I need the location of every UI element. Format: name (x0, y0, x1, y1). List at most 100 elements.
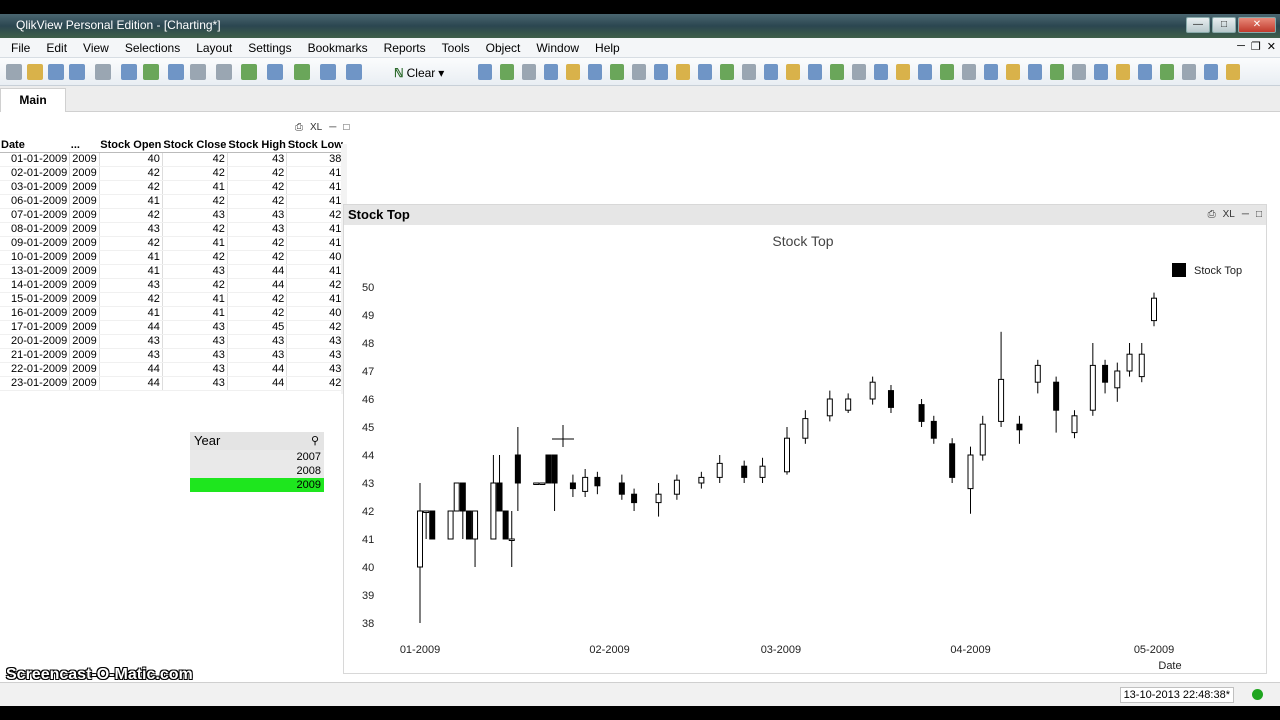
table-cell[interactable]: 41 (99, 264, 163, 279)
table-cell[interactable]: 41 (286, 194, 345, 209)
container-icon[interactable] (896, 64, 910, 80)
bookmark-object-icon[interactable] (852, 64, 866, 80)
table-row[interactable]: 21-01-2009 2009 43 43 43 43 (0, 348, 345, 363)
table-cell[interactable]: 42 (227, 180, 288, 195)
menu-object[interactable]: Object (486, 41, 529, 55)
spread-horizontal-icon[interactable] (1116, 64, 1130, 80)
help-icon[interactable] (346, 64, 362, 80)
grid-icon[interactable] (566, 64, 580, 80)
table-cell[interactable]: 02-01-2009 (0, 166, 71, 181)
align-right-icon[interactable] (1028, 64, 1042, 80)
table-cell[interactable]: 44 (99, 376, 163, 391)
print-icon[interactable]: ⎙ (295, 122, 303, 133)
format-painter-icon[interactable] (500, 64, 514, 80)
design-tool-icon[interactable] (962, 64, 976, 80)
line-arrow-icon[interactable] (786, 64, 800, 80)
minimize-icon[interactable]: ─ (1242, 209, 1249, 220)
table-cell[interactable]: 43 (286, 348, 345, 363)
minimize-button[interactable]: — (1186, 17, 1210, 33)
table-cell[interactable]: 42 (162, 152, 228, 167)
table-cell[interactable]: 43 (99, 278, 163, 293)
clear-button[interactable]: ℕ Clear ▾ (390, 64, 448, 81)
table-cell[interactable]: 43 (162, 334, 228, 349)
table-cell[interactable]: 43 (99, 348, 163, 363)
listbox-item-2007[interactable]: 2007 (190, 450, 324, 464)
pivot-table-icon[interactable] (654, 64, 668, 80)
table-cell[interactable]: 2009 (69, 208, 100, 223)
sheet-properties-icon[interactable] (1204, 64, 1218, 80)
table-cell[interactable]: 2009 (69, 292, 100, 307)
table-row[interactable]: 13-01-2009 2009 41 43 44 41 (0, 264, 345, 279)
new-sheet-object-icon[interactable] (478, 64, 492, 80)
search-object-icon[interactable] (874, 64, 888, 80)
new-document-icon[interactable] (6, 64, 22, 80)
reload-icon[interactable] (48, 64, 64, 80)
table-cell[interactable]: 41 (162, 236, 228, 251)
table-cell[interactable]: 42 (227, 166, 288, 181)
print-icon[interactable] (95, 64, 111, 80)
server-objects-icon[interactable] (940, 64, 954, 80)
table-cell[interactable]: 2009 (69, 334, 100, 349)
menu-settings[interactable]: Settings (248, 41, 299, 55)
table-cell[interactable]: 2009 (69, 250, 100, 265)
table-cell[interactable]: 41 (286, 264, 345, 279)
table-row[interactable]: 03-01-2009 2009 42 41 42 41 (0, 180, 345, 195)
table-cell[interactable]: 2009 (69, 264, 100, 279)
table-cell[interactable]: 43 (99, 334, 163, 349)
table-row[interactable]: 08-01-2009 2009 43 42 43 41 (0, 222, 345, 237)
table-cell[interactable]: 41 (286, 166, 345, 181)
menu-file[interactable]: File (11, 41, 38, 55)
table-cell[interactable]: 38 (286, 152, 345, 167)
redo-icon[interactable] (190, 64, 206, 80)
table-cell[interactable]: 42 (162, 250, 228, 265)
search-icon[interactable] (216, 64, 232, 80)
table-cell[interactable]: 41 (99, 194, 163, 209)
search-icon[interactable]: ⚲ (311, 432, 319, 450)
doc-close-icon[interactable]: ✕ (1267, 40, 1276, 53)
column-header-5[interactable]: Stock Low (286, 138, 344, 153)
align-top-icon[interactable] (1050, 64, 1064, 80)
table-cell[interactable]: 41 (99, 306, 163, 321)
column-header-3[interactable]: Stock Close (162, 138, 228, 153)
chevron-down-icon[interactable]: ▾ (438, 66, 444, 80)
table-cell[interactable]: 22-01-2009 (0, 362, 71, 377)
table-cell[interactable]: 41 (286, 180, 345, 195)
undo-icon[interactable] (168, 64, 184, 80)
table-cell[interactable]: 17-01-2009 (0, 320, 71, 335)
table-cell[interactable]: 43 (227, 152, 288, 167)
table-cell[interactable]: 42 (227, 250, 288, 265)
table-cell[interactable]: 42 (286, 376, 345, 391)
table-row[interactable]: 06-01-2009 2009 41 42 42 41 (0, 194, 345, 209)
listbox-item-2008[interactable]: 2008 (190, 464, 324, 478)
table-cell[interactable]: 03-01-2009 (0, 180, 71, 195)
column-header-4[interactable]: Stock High (227, 138, 287, 153)
table-cell[interactable]: 42 (286, 320, 345, 335)
column-header-1[interactable]: ... (69, 138, 100, 153)
xl-export-icon[interactable]: XL (310, 122, 322, 133)
minimize-icon[interactable]: ─ (329, 122, 336, 133)
print-icon[interactable]: ⎙ (1208, 209, 1216, 220)
table-cell[interactable]: 01-01-2009 (0, 152, 71, 167)
table-cell[interactable]: 42 (99, 208, 163, 223)
table-cell[interactable]: 09-01-2009 (0, 236, 71, 251)
table-cell[interactable]: 41 (99, 250, 163, 265)
align-middle-icon[interactable] (1072, 64, 1086, 80)
table-row[interactable]: 23-01-2009 2009 44 43 44 42 (0, 376, 345, 391)
table-cell[interactable]: 42 (162, 222, 228, 237)
table-cell[interactable]: 2009 (69, 180, 100, 195)
table-cell[interactable]: 2009 (69, 194, 100, 209)
table-cell[interactable]: 41 (286, 292, 345, 307)
table-cell[interactable]: 43 (227, 208, 288, 223)
table-row[interactable]: 07-01-2009 2009 42 43 43 42 (0, 208, 345, 223)
check-icon[interactable] (241, 64, 257, 80)
menu-reports[interactable]: Reports (384, 41, 434, 55)
table-cell[interactable]: 14-01-2009 (0, 278, 71, 293)
table-cell[interactable]: 13-01-2009 (0, 264, 71, 279)
statistics-box-icon[interactable] (610, 64, 624, 80)
menu-view[interactable]: View (83, 41, 117, 55)
table-cell[interactable]: 40 (286, 306, 345, 321)
user-icon[interactable] (1160, 64, 1174, 80)
table-row[interactable]: 16-01-2009 2009 41 41 42 40 (0, 306, 345, 321)
column-header-2[interactable]: Stock Open (99, 138, 163, 153)
table-cell[interactable]: 2009 (69, 152, 100, 167)
